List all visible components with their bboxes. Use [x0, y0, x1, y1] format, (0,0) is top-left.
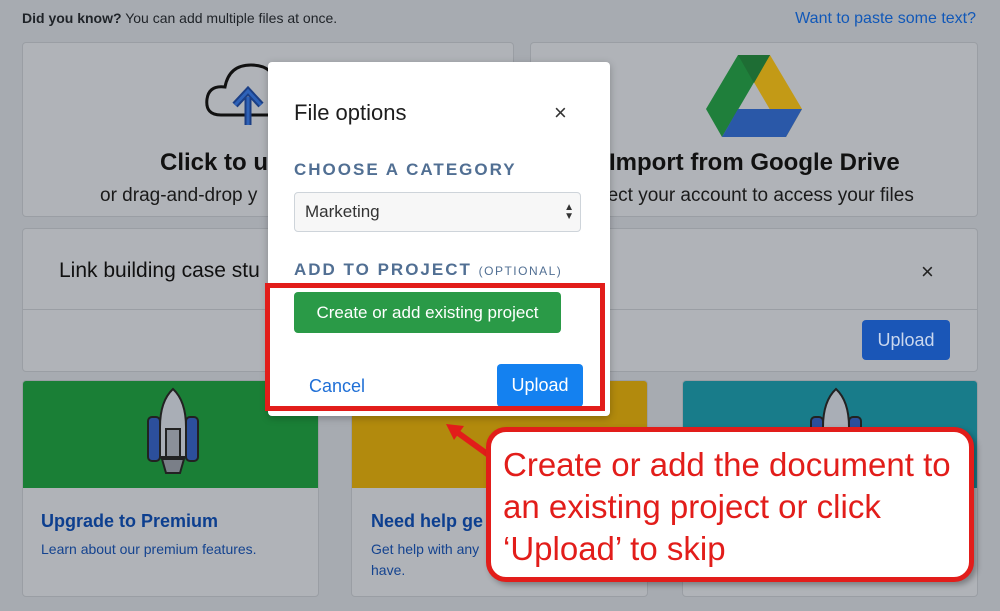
google-drive-icon — [706, 55, 802, 137]
tip-label: Did you know? — [22, 10, 122, 26]
category-select-value: Marketing — [305, 202, 380, 221]
project-label-text: ADD TO PROJECT — [294, 260, 472, 279]
annotation-callout: Create or add the document to an existin… — [486, 427, 974, 582]
modal-title: File options — [294, 100, 407, 125]
project-label: ADD TO PROJECT (OPTIONAL) — [294, 260, 562, 280]
upload-file-button[interactable]: Upload — [862, 320, 950, 360]
rocket-icon — [147, 387, 199, 474]
upload-card-subtitle: or drag-and-drop y — [100, 185, 258, 206]
tip-body: You can add multiple files at once. — [121, 10, 338, 26]
callout-text: Create or add the document to an existin… — [503, 446, 951, 567]
help-card-text-line1: Get help with any — [371, 541, 480, 557]
premium-card-text: Learn about our premium features. — [41, 541, 257, 557]
drive-card-title: Import from Google Drive — [609, 149, 900, 176]
premium-card-title[interactable]: Upgrade to Premium — [41, 511, 218, 532]
file-name: Link building case stu — [59, 259, 260, 282]
paste-text-link[interactable]: Want to paste some text? — [795, 10, 976, 28]
help-card-text-line2: have. — [371, 562, 406, 578]
category-label: CHOOSE A CATEGORY — [294, 160, 517, 179]
tip-text: Did you know? You can add multiple files… — [22, 10, 337, 26]
project-optional-label: (OPTIONAL) — [478, 264, 563, 278]
highlight-box — [265, 283, 605, 411]
drive-card-subtitle: nect your account to access your files — [597, 185, 914, 206]
select-arrows-icon: ▲ ▼ — [564, 202, 574, 222]
close-icon[interactable]: × — [554, 100, 567, 126]
help-card-title[interactable]: Need help ge — [371, 511, 483, 532]
remove-file-icon[interactable]: × — [921, 259, 934, 285]
upload-card-title: Click to u — [160, 149, 269, 176]
category-select[interactable]: Marketing ▲ ▼ — [294, 192, 581, 232]
